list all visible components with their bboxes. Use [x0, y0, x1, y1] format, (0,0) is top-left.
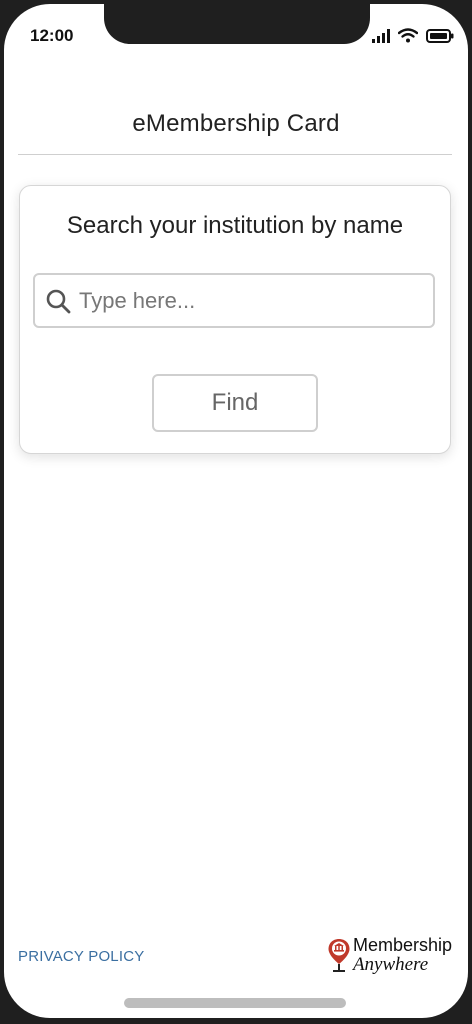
signal-icon — [372, 28, 390, 43]
find-button[interactable]: Find — [152, 374, 318, 432]
device-notch — [104, 4, 370, 44]
search-card: Search your institution by name Find — [19, 185, 451, 454]
wifi-icon — [398, 28, 418, 43]
status-time: 12:00 — [30, 26, 74, 45]
page-title: eMembership Card — [132, 110, 340, 137]
brand-name-line2: Anywhere — [352, 954, 429, 975]
brand-text: Membership Anywhere — [353, 936, 452, 974]
header-divider — [18, 154, 452, 155]
phone-screen: 12:00 eMembership Card Search your insti… — [4, 4, 468, 1018]
location-pin-icon — [328, 939, 350, 972]
home-indicator[interactable] — [124, 998, 346, 1008]
privacy-policy-link[interactable]: PRIVACY POLICY — [18, 948, 144, 965]
membership-anywhere-logo: Membership Anywhere — [327, 936, 452, 974]
search-field[interactable] — [33, 273, 435, 328]
battery-icon — [426, 28, 454, 43]
brand-name-line1: Membership — [352, 935, 452, 955]
status-icons — [372, 28, 454, 43]
search-icon — [46, 289, 71, 313]
search-input[interactable] — [77, 286, 411, 315]
search-card-title: Search your institution by name — [66, 212, 404, 239]
